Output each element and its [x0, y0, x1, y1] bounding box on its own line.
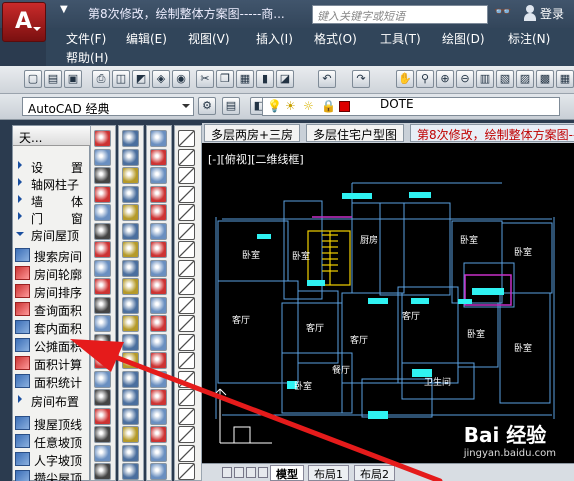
watermark-url: jingyan.baidu.com [463, 448, 556, 459]
watermark-logo: Bai 经验 [463, 423, 547, 447]
annotation-arrow [70, 339, 443, 481]
baidu-watermark: Bai 经验 jingyan.baidu.com [464, 419, 556, 459]
